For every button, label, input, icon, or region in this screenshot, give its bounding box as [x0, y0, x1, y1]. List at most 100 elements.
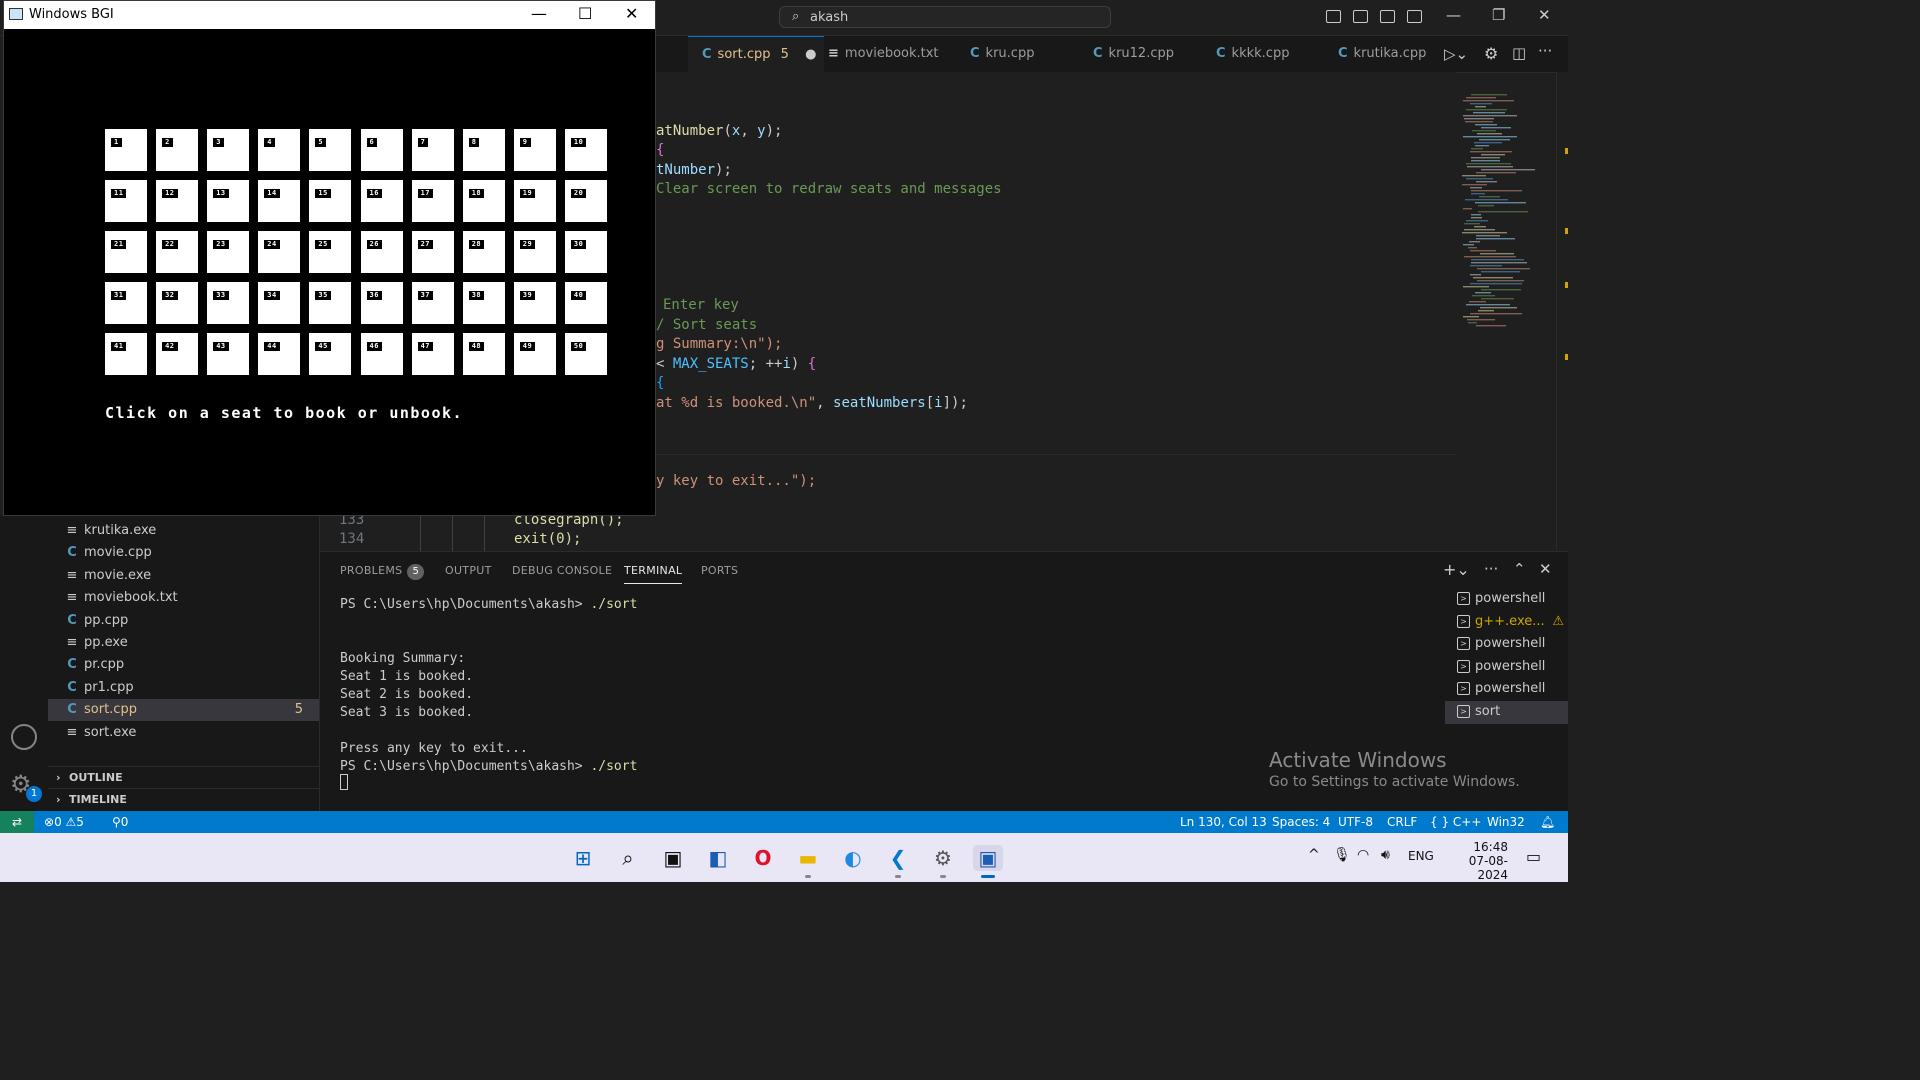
explorer-file-item[interactable]: Cpp.cpp — [48, 610, 319, 632]
outline-section[interactable]: › OUTLINE — [48, 766, 319, 789]
seat-button[interactable]: 42 — [156, 333, 199, 376]
problems-status[interactable]: ⊗0 ⚠5 — [44, 811, 84, 833]
terminal-instance[interactable]: > sort — [1445, 700, 1568, 724]
seat-button[interactable]: 14 — [258, 180, 301, 223]
more-actions-icon[interactable]: ··· — [1538, 42, 1552, 60]
widgets-icon[interactable]: ◧ — [705, 845, 731, 871]
seat-button[interactable]: 33 — [207, 282, 250, 325]
tab-kru12-cpp[interactable]: Ckru12.cpp — [1093, 36, 1174, 72]
seat-button[interactable]: 39 — [513, 282, 556, 325]
seat-button[interactable]: 10 — [564, 129, 607, 171]
volume-icon[interactable]: 🔊︎ — [1381, 847, 1390, 863]
maximize-icon[interactable]: ☐ — [578, 4, 592, 23]
close-icon[interactable]: ✕ — [1538, 6, 1551, 24]
tab-kkkk-cpp[interactable]: Ckkkk.cpp — [1216, 36, 1289, 72]
timeline-section[interactable]: › TIMELINE — [48, 788, 319, 811]
task-view-icon[interactable]: ▣ — [660, 845, 686, 871]
explorer-file-item[interactable]: ≡ sort.exe — [48, 722, 319, 744]
accounts-icon[interactable] — [11, 724, 37, 750]
seat-button[interactable]: 49 — [513, 333, 556, 376]
bgi-window-app-icon[interactable]: ▣ — [973, 845, 1003, 871]
seat-button[interactable]: 40 — [564, 282, 607, 325]
seat-button[interactable]: 20 — [564, 180, 607, 223]
end-of-line[interactable]: CRLF — [1387, 811, 1417, 833]
maximize-panel-icon[interactable]: ⌃ — [1513, 560, 1526, 578]
edge-browser-icon[interactable]: ◐ — [840, 845, 866, 871]
seat-button[interactable]: 7 — [411, 129, 454, 171]
seat-button[interactable]: 44 — [258, 333, 301, 376]
tab-sort-cpp[interactable]: Csort.cpp 5 ● — [688, 36, 824, 73]
minimize-icon[interactable]: — — [531, 4, 547, 23]
minimize-icon[interactable]: — — [1446, 6, 1461, 24]
seat-button[interactable]: 3 — [207, 129, 250, 171]
bgi-titlebar[interactable]: Windows BGI — ☐ ✕ — [4, 1, 655, 29]
seat-button[interactable]: 23 — [207, 231, 250, 274]
seat-button[interactable]: 24 — [258, 231, 301, 274]
seat-button[interactable]: 37 — [411, 282, 454, 325]
opera-browser-icon[interactable]: O — [750, 845, 776, 871]
seat-button[interactable]: 38 — [462, 282, 505, 325]
seat-button[interactable]: 48 — [462, 333, 505, 376]
code-editor-lower[interactable]: 133 134 closegraph(); exit(0); — [320, 512, 656, 551]
terminal-instance[interactable]: > powershell — [1445, 678, 1568, 701]
seat-button[interactable]: 16 — [360, 180, 403, 223]
editor-scrollbar[interactable] — [1556, 72, 1569, 550]
command-center-search[interactable]: ⌕ akash — [779, 6, 1111, 28]
split-editor-icon[interactable]: ◫ — [1512, 44, 1526, 62]
gear-icon[interactable]: ⚙ — [1484, 44, 1498, 63]
seat-button[interactable]: 26 — [360, 231, 403, 274]
more-actions-icon[interactable]: ··· — [1484, 560, 1498, 578]
customize-layout-icon[interactable] — [1407, 10, 1422, 23]
windows-start-icon[interactable]: ⊞ — [570, 845, 596, 871]
seat-button[interactable]: 47 — [411, 333, 454, 376]
new-terminal-icon[interactable]: +⌄ — [1443, 560, 1470, 579]
encoding[interactable]: UTF-8 — [1338, 811, 1373, 833]
close-icon[interactable]: ✕ — [625, 4, 638, 23]
explorer-file-item[interactable]: ≡ krutika.exe — [48, 520, 319, 542]
cursor-position[interactable]: Ln 130, Col 13 — [1180, 811, 1267, 833]
tab-debug-console[interactable]: DEBUG CONSOLE — [512, 564, 612, 577]
seat-button[interactable]: 6 — [360, 129, 403, 171]
seat-button[interactable]: 13 — [207, 180, 250, 223]
wifi-icon[interactable]: ◠ — [1357, 847, 1369, 863]
seat-button[interactable]: 30 — [564, 231, 607, 274]
toggle-secondary-sidebar-icon[interactable] — [1380, 10, 1395, 23]
language-mode[interactable]: { } C++ — [1430, 811, 1481, 833]
seat-button[interactable]: 31 — [105, 282, 147, 325]
seat-button[interactable]: 15 — [309, 180, 352, 223]
seat-button[interactable]: 36 — [360, 282, 403, 325]
vscode-app-icon[interactable]: ❮ — [885, 845, 911, 871]
clock[interactable]: 16:48 07-08-2024 — [1446, 840, 1508, 882]
explorer-file-item[interactable]: Csort.cpp 5 — [48, 699, 319, 722]
explorer-file-item[interactable]: ≡ pp.exe — [48, 632, 319, 654]
explorer-file-item[interactable]: Cpr1.cpp — [48, 677, 319, 699]
seat-button[interactable]: 21 — [105, 231, 147, 274]
seat-button[interactable]: 34 — [258, 282, 301, 325]
terminal-instance[interactable]: > powershell — [1445, 633, 1568, 656]
seat-button[interactable]: 11 — [105, 180, 147, 223]
search-icon[interactable]: ⌕ — [615, 845, 641, 871]
explorer-file-item[interactable]: Cpr.cpp — [48, 654, 319, 676]
notifications-bell-icon[interactable]: 🔔︎ — [1540, 811, 1555, 833]
minimap[interactable] — [1456, 90, 1556, 330]
seat-button[interactable]: 29 — [513, 231, 556, 274]
file-explorer-icon[interactable]: ▬ — [795, 845, 821, 871]
toggle-primary-sidebar-icon[interactable] — [1326, 10, 1341, 23]
toggle-panel-icon[interactable] — [1353, 10, 1368, 23]
seat-button[interactable]: 9 — [513, 129, 556, 171]
code-editor[interactable]: atNumber(x, y); { tNumber); Clear screen… — [656, 72, 1456, 550]
seat-button[interactable]: 22 — [156, 231, 199, 274]
platform[interactable]: Win32 — [1487, 811, 1525, 833]
seat-button[interactable]: 27 — [411, 231, 454, 274]
explorer-file-item[interactable]: ≡ movie.exe — [48, 565, 319, 587]
seat-button[interactable]: 35 — [309, 282, 352, 325]
explorer-file-item[interactable]: Cmovie.cpp — [48, 542, 319, 564]
tab-krutika-cpp[interactable]: Ckrutika.cpp — [1338, 36, 1426, 72]
terminal-output[interactable]: PS C:\Users\hp\Documents\akash> ./sort Bo… — [340, 596, 637, 776]
unsaved-dot-icon[interactable]: ● — [805, 47, 816, 62]
settings-gear-icon[interactable]: ⚙ — [930, 845, 956, 871]
tab-problems[interactable]: PROBLEMS 5 — [340, 564, 425, 580]
tab-output[interactable]: OUTPUT — [445, 564, 492, 577]
notification-icon[interactable]: ▭ — [1526, 847, 1541, 866]
indentation[interactable]: Spaces: 4 — [1272, 811, 1330, 833]
